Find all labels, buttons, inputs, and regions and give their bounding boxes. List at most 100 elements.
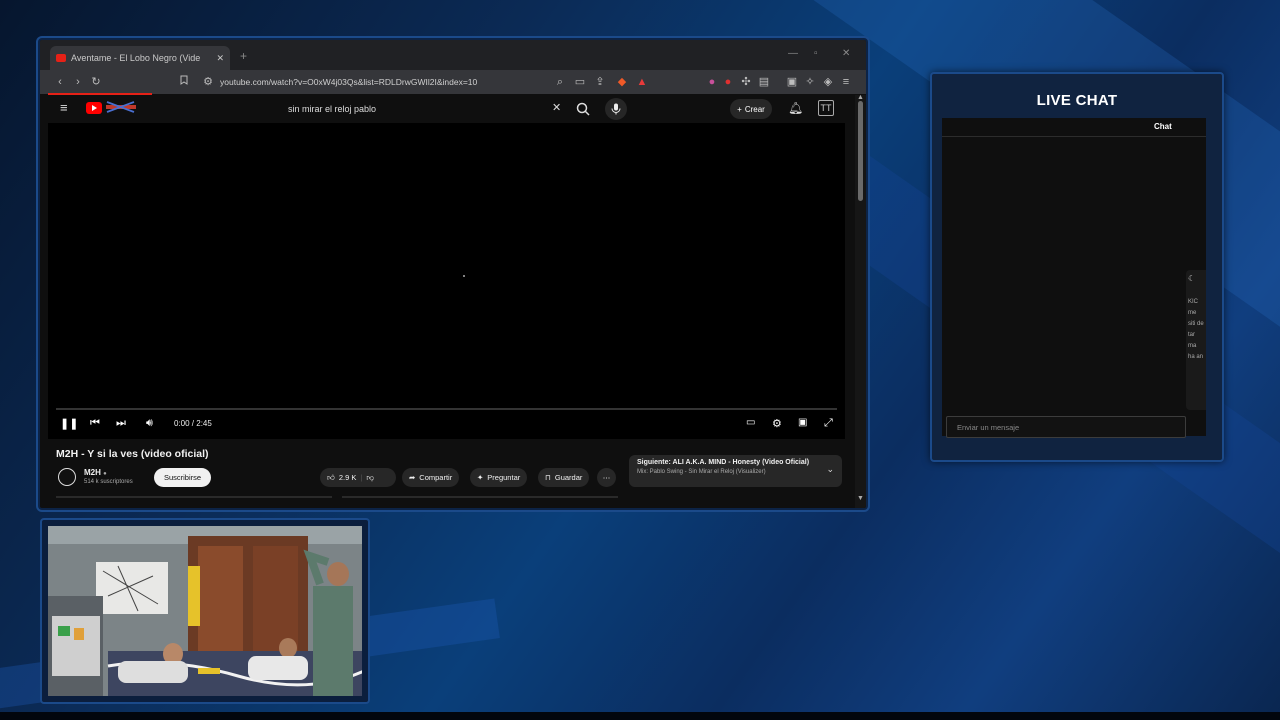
cast-icon[interactable]: ▭: [572, 74, 588, 90]
create-label: Crear: [744, 104, 765, 114]
clear-search-icon[interactable]: ✕: [552, 101, 561, 114]
channel-name[interactable]: M2H ●: [84, 468, 107, 477]
zoom-icon[interactable]: ⌕: [552, 74, 568, 90]
forward-icon[interactable]: ›: [70, 74, 86, 90]
site-info-icon[interactable]: ⚙: [200, 74, 216, 90]
pause-icon[interactable]: ❚❚: [60, 417, 78, 430]
close-window-icon[interactable]: ✕: [842, 48, 850, 59]
theater-mode-icon[interactable]: ▣: [798, 417, 807, 428]
webcam-scene-image: [48, 526, 362, 696]
video-player[interactable]: ❚❚ ⏮︎ ⏭︎ 🔊︎ 0:00 / 2:45 ▭ ⚙ ▣ ⤢: [48, 123, 845, 439]
channel-name-text: M2H: [84, 468, 101, 477]
chevron-down-icon[interactable]: ⌄: [826, 464, 834, 475]
video-title: M2H - Y si la ves (video oficial): [56, 448, 209, 460]
like-icon[interactable]: 👍︎: [327, 473, 335, 483]
tab-title: Aventame - El Lobo Negro (Vide: [71, 53, 201, 63]
voice-search-button[interactable]: [605, 98, 627, 120]
subscriber-count: 514 k suscriptores: [84, 479, 133, 485]
divider: |: [360, 473, 363, 482]
vpn-icon[interactable]: ◈: [820, 74, 836, 90]
progress-bar[interactable]: [56, 408, 837, 410]
settings-gear-icon[interactable]: ⚙: [772, 417, 782, 430]
ask-label: Preguntar: [487, 473, 521, 482]
search-query-text: sin mirar el reloj pablo: [288, 104, 377, 114]
dislike-icon[interactable]: 👎︎: [366, 473, 374, 483]
webcam-feed: [48, 526, 362, 696]
time-display: 0:00 / 2:45: [174, 419, 212, 428]
rewards-icon[interactable]: ▲: [634, 74, 650, 90]
menu-icon[interactable]: ≡: [838, 74, 854, 90]
save-label: Guardar: [554, 473, 583, 482]
up-next-subtitle: Mix: Pablo Swing - Sin Mirar el Reloj (V…: [637, 469, 766, 475]
url-text: youtube.com/watch?v=O0xW4j03Qs&list=RDLD…: [220, 77, 478, 87]
bookmark-icon[interactable]: [176, 74, 192, 90]
live-chat-panel: LIVE CHAT Chat ☾ KIC me siti de tar ma h…: [930, 72, 1224, 462]
up-next-title: Siguiente: ALI A.K.A. MIND - Honesty (Vi…: [637, 459, 810, 466]
chat-message-input[interactable]: Enviar un mensaje: [946, 416, 1186, 438]
subscribe-button[interactable]: Suscribirse: [154, 468, 211, 487]
up-next-card[interactable]: Siguiente: ALI A.K.A. MIND - Honesty (Vi…: [629, 455, 842, 487]
more-icon: ⋯: [602, 473, 611, 482]
search-input[interactable]: sin mirar el reloj pablo: [280, 98, 570, 120]
fullscreen-icon[interactable]: ⤢: [824, 417, 833, 430]
live-chat-heading: LIVE CHAT: [1036, 92, 1118, 109]
loading-spinner: [463, 275, 465, 277]
account-avatar[interactable]: TT: [818, 100, 834, 116]
puzzle-icon[interactable]: ✣: [738, 74, 754, 90]
share-arrow-icon: ➦: [409, 473, 416, 482]
subtitles-icon[interactable]: ▭: [746, 417, 755, 428]
back-icon[interactable]: ‹: [52, 74, 68, 90]
ask-button[interactable]: ✦ Preguntar: [470, 468, 528, 487]
tab-close-icon[interactable]: ✕: [216, 53, 224, 64]
minimize-icon[interactable]: —: [788, 48, 798, 59]
divider: [56, 496, 332, 498]
youtube-header: ≡ sin mirar el reloj pablo ✕ + Crear 🔔︎ …: [40, 95, 855, 123]
chat-body: Chat ☾ KIC me siti de tar ma ha an Envia…: [942, 118, 1206, 438]
plus-icon: +: [737, 104, 742, 114]
more-actions-button[interactable]: ⋯: [597, 468, 616, 487]
verified-icon: ●: [103, 471, 107, 477]
wallet-icon[interactable]: ▣: [784, 74, 800, 90]
next-icon[interactable]: ⏭︎: [116, 417, 126, 430]
bookmark-save-icon: ⊓: [545, 473, 551, 482]
sidebar-icon[interactable]: ▤: [756, 74, 772, 90]
brave-shield-icon[interactable]: ◆: [614, 74, 630, 90]
previous-icon[interactable]: ⏮︎: [90, 417, 100, 430]
share-label: Compartir: [419, 473, 453, 482]
create-button[interactable]: + Crear: [730, 99, 772, 119]
record-icon[interactable]: ●: [720, 74, 736, 90]
youtube-favicon-icon: [56, 54, 66, 62]
browser-window: Aventame - El Lobo Negro (Vide ✕ + — ▫ ✕…: [38, 38, 868, 510]
scroll-up-icon[interactable]: ▲: [857, 94, 864, 101]
save-button[interactable]: ⊓ Guardar: [538, 468, 590, 487]
chat-side-popup[interactable]: ☾ KIC me siti de tar ma ha an: [1186, 270, 1206, 410]
browser-tab[interactable]: Aventame - El Lobo Negro (Vide ✕: [50, 46, 230, 70]
ai-icon[interactable]: ✧: [802, 74, 818, 90]
maximize-icon[interactable]: ▫: [814, 48, 818, 59]
divider: [342, 496, 618, 498]
moon-icon: ☾: [1188, 274, 1196, 283]
chat-side-text: KIC me siti de tar ma ha an: [1188, 299, 1204, 360]
browser-titlebar: Aventame - El Lobo Negro (Vide ✕ + — ▫ ✕: [40, 40, 866, 70]
divider: [942, 136, 1206, 137]
new-tab-icon[interactable]: +: [240, 49, 247, 63]
reload-icon[interactable]: ↻: [88, 74, 104, 90]
page-scrollbar[interactable]: ▲ ▼: [855, 94, 866, 508]
search-icon[interactable]: [574, 100, 592, 118]
channel-avatar[interactable]: [58, 468, 76, 486]
microphone-icon: [611, 103, 621, 115]
chat-tab[interactable]: Chat: [1154, 122, 1172, 131]
scroll-down-icon[interactable]: ▼: [857, 495, 864, 502]
share-button[interactable]: ➦ Compartir: [402, 468, 460, 487]
youtube-doodle-logo[interactable]: [104, 100, 138, 114]
hamburger-menu-icon[interactable]: ≡: [60, 100, 68, 115]
taskbar-edge: [0, 712, 1280, 720]
like-count[interactable]: 2.9 K: [339, 473, 357, 482]
share-icon[interactable]: ⇪: [592, 74, 608, 90]
scrollbar-thumb[interactable]: [858, 101, 863, 201]
volume-icon[interactable]: 🔊︎: [146, 417, 153, 430]
browser-toolbar: ‹ › ↻ ⚙ youtube.com/watch?v=O0xW4j03Qs&l…: [40, 70, 866, 94]
extension-icon[interactable]: ●: [704, 74, 720, 90]
notifications-bell-icon[interactable]: 🔔︎: [788, 101, 803, 115]
youtube-logo-icon[interactable]: [86, 102, 102, 114]
